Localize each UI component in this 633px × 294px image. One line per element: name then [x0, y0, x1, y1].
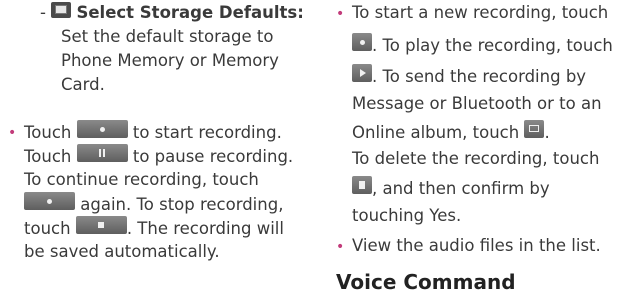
storage-desc-line-2: Phone Memory or Memory [61, 51, 279, 70]
text-fragment: Touch [24, 123, 72, 142]
record-dot-icon [352, 33, 372, 51]
playback-line-6: To delete the recording, touch [352, 149, 600, 168]
playback-line-7: , and then confirm by [352, 176, 550, 200]
storage-item-title-line: - Select Storage Defaults: [40, 1, 304, 25]
text-fragment: Touch [24, 147, 72, 166]
text-fragment: Online album, touch [352, 123, 520, 142]
trash-icon [352, 176, 372, 194]
record-line-4: again. To stop recording, [24, 192, 283, 216]
envelope-icon [524, 120, 545, 138]
bullet-glyph: • [8, 125, 17, 141]
text-fragment: again. To stop recording, [80, 195, 284, 214]
text-fragment: to start recording. [132, 123, 282, 142]
bullet-marker: • [336, 1, 344, 25]
manual-page: - Select Storage Defaults: Set the defau… [0, 0, 633, 294]
text-fragment: , and then confirm by [372, 179, 550, 198]
playback-line-8: touching Yes. [352, 206, 462, 225]
record-dot-icon [76, 120, 128, 138]
play-triangle-icon [352, 64, 372, 82]
text-fragment: . To play the recording, touch [372, 36, 613, 55]
bullet-marker: • [8, 120, 16, 144]
pause-icon [76, 144, 128, 162]
record-line-3: To continue recording, touch [24, 170, 259, 189]
bullet-marker: • [336, 234, 344, 258]
record-line-5: touch . The recording will [24, 216, 284, 240]
text-fragment: . [544, 123, 550, 142]
text-fragment: . The recording will [126, 219, 284, 238]
section-heading: Voice Command [336, 270, 516, 294]
playback-line-2: . To play the recording, touch [352, 33, 613, 57]
text-fragment: to pause recording. [132, 147, 294, 166]
storage-desc-line-3: Card. [61, 75, 105, 94]
record-dot-icon [24, 192, 75, 210]
storage-item-title: Select Storage Defaults: [76, 3, 304, 22]
storage-card-icon [51, 2, 72, 18]
text-fragment: touch [24, 219, 71, 238]
playback-line-3: . To send the recording by [352, 64, 586, 88]
bullet-glyph: • [336, 6, 345, 22]
storage-desc-line-1: Set the default storage to [61, 27, 274, 46]
view-item-text: View the audio files in the list. [352, 236, 601, 255]
playback-line-1: To start a new recording, touch [352, 3, 609, 22]
record-line-1: Touch to start recording. [24, 120, 282, 144]
dash-marker: - [40, 3, 46, 22]
bullet-glyph: • [336, 239, 345, 255]
record-line-2: Touch to pause recording. [24, 144, 293, 168]
playback-line-4: Message or Bluetooth or to an [352, 94, 602, 113]
record-line-6: be saved automatically. [24, 242, 220, 261]
playback-line-5: Online album, touch . [352, 120, 550, 144]
text-fragment: . To send the recording by [372, 67, 587, 86]
stop-square-icon [75, 216, 127, 234]
